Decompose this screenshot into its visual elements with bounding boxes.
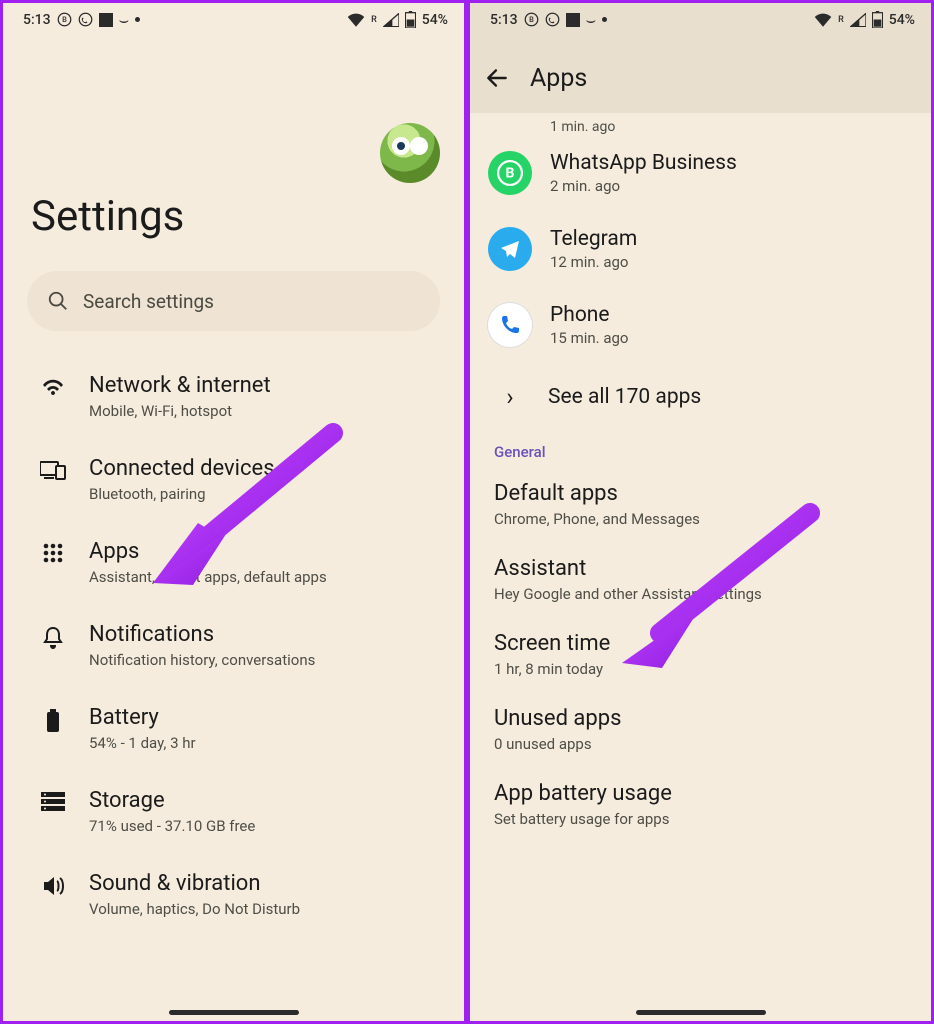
battery-icon [46, 709, 60, 733]
app-name: Phone [550, 303, 628, 327]
search-icon [47, 290, 69, 312]
profile-avatar[interactable] [380, 123, 440, 183]
r-indicator: R [838, 15, 844, 25]
see-all-label: See all 170 apps [548, 385, 701, 409]
setting-sub: 54% - 1 day, 3 hr [89, 734, 196, 752]
setting-title: Notifications [89, 622, 315, 647]
phone-icon [488, 303, 532, 347]
setting-storage[interactable]: Storage 71% used - 37.10 GB free [3, 770, 464, 853]
setting-sub: Mobile, Wi-Fi, hotspot [89, 402, 271, 420]
setting-sub: 71% used - 37.10 GB free [89, 817, 255, 835]
search-placeholder: Search settings [83, 290, 214, 313]
r-indicator: R [371, 15, 377, 25]
setting-title: Sound & vibration [89, 871, 300, 896]
setting-sub: Volume, haptics, Do Not Disturb [89, 900, 300, 918]
status-icon-b: B [57, 12, 72, 27]
item-title: App battery usage [494, 781, 907, 806]
general-default-apps[interactable]: Default apps Chrome, Phone, and Messages [470, 467, 931, 542]
whatsapp-status-icon [545, 12, 560, 27]
nav-handle[interactable] [636, 1010, 766, 1015]
item-sub: Set battery usage for apps [494, 810, 907, 828]
setting-title: Connected devices [89, 456, 275, 481]
status-square-icon [566, 13, 580, 27]
see-all-apps[interactable]: › See all 170 apps [470, 363, 931, 431]
setting-apps[interactable]: Apps Assistant, recent apps, default apps [3, 521, 464, 604]
setting-title: Network & internet [89, 373, 271, 398]
truncated-row-sub: 1 min. ago [470, 119, 931, 135]
whatsapp-business-icon: B [488, 151, 532, 195]
devices-icon [40, 460, 66, 480]
setting-network[interactable]: Network & internet Mobile, Wi-Fi, hotspot [3, 355, 464, 438]
status-tilde-icon: ⌣ [586, 12, 597, 28]
item-title: Screen time [494, 631, 907, 656]
app-row-whatsapp-business[interactable]: B WhatsApp Business 2 min. ago [470, 135, 931, 211]
signal-icon [850, 13, 866, 27]
settings-screen: 5:13 B ⌣ R 54% Settings Search settings … [3, 3, 464, 1021]
wifi-icon [347, 13, 365, 27]
setting-sub: Bluetooth, pairing [89, 485, 275, 503]
chevron-right-icon: › [494, 383, 526, 411]
bell-icon [43, 626, 63, 650]
app-row-phone[interactable]: Phone 15 min. ago [470, 287, 931, 363]
apps-grid-icon [43, 543, 63, 563]
setting-notifications[interactable]: Notifications Notification history, conve… [3, 604, 464, 687]
general-screen-time[interactable]: Screen time 1 hr, 8 min today [470, 617, 931, 692]
app-name: Telegram [550, 227, 637, 251]
setting-title: Storage [89, 788, 255, 813]
app-sub: 12 min. ago [550, 253, 637, 271]
status-icon-b: B [524, 12, 539, 27]
battery-icon [872, 11, 883, 28]
storage-icon [41, 792, 65, 812]
app-row-telegram[interactable]: Telegram 12 min. ago [470, 211, 931, 287]
item-title: Assistant [494, 556, 907, 581]
setting-title: Battery [89, 705, 196, 730]
back-icon[interactable] [484, 65, 510, 91]
status-tilde-icon: ⌣ [119, 12, 130, 28]
status-dot-icon [602, 17, 607, 22]
item-sub: 1 hr, 8 min today [494, 660, 907, 678]
apps-screen: 5:13 B ⌣ R 54% Apps 1 min. ago B WhatsAp… [470, 3, 931, 1021]
setting-connected-devices[interactable]: Connected devices Bluetooth, pairing [3, 438, 464, 521]
status-time: 5:13 [23, 12, 51, 28]
setting-sound[interactable]: Sound & vibration Volume, haptics, Do Not… [3, 853, 464, 936]
general-assistant[interactable]: Assistant Hey Google and other Assistant… [470, 542, 931, 617]
status-bar: 5:13 B ⌣ R 54% [470, 3, 931, 32]
nav-handle[interactable] [169, 1010, 299, 1015]
item-sub: Chrome, Phone, and Messages [494, 510, 907, 528]
section-header-general: General [470, 431, 931, 467]
setting-title: Apps [89, 539, 327, 564]
whatsapp-status-icon [78, 12, 93, 27]
app-sub: 2 min. ago [550, 177, 737, 195]
svg-text:B: B [506, 165, 515, 181]
general-app-battery-usage[interactable]: App battery usage Set battery usage for … [470, 767, 931, 842]
status-dot-icon [135, 17, 140, 22]
status-time: 5:13 [490, 12, 518, 28]
item-sub: 0 unused apps [494, 735, 907, 753]
battery-percent: 54% [889, 12, 915, 28]
battery-icon [405, 11, 416, 28]
battery-percent: 54% [422, 12, 448, 28]
app-sub: 15 min. ago [550, 329, 628, 347]
signal-icon [383, 13, 399, 27]
svg-text:B: B [62, 15, 67, 24]
setting-battery[interactable]: Battery 54% - 1 day, 3 hr [3, 687, 464, 770]
search-input[interactable]: Search settings [27, 271, 440, 331]
general-unused-apps[interactable]: Unused apps 0 unused apps [470, 692, 931, 767]
telegram-icon [488, 227, 532, 271]
status-bar: 5:13 B ⌣ R 54% [3, 3, 464, 32]
wifi-icon [41, 377, 65, 397]
setting-sub: Notification history, conversations [89, 651, 315, 669]
header-title: Apps [530, 64, 587, 93]
item-sub: Hey Google and other Assistant settings [494, 585, 907, 603]
app-name: WhatsApp Business [550, 151, 737, 175]
svg-text:B: B [529, 15, 534, 24]
setting-sub: Assistant, recent apps, default apps [89, 568, 327, 586]
sound-icon [41, 875, 65, 897]
item-title: Unused apps [494, 706, 907, 731]
wifi-icon [814, 13, 832, 27]
item-title: Default apps [494, 481, 907, 506]
status-square-icon [99, 13, 113, 27]
